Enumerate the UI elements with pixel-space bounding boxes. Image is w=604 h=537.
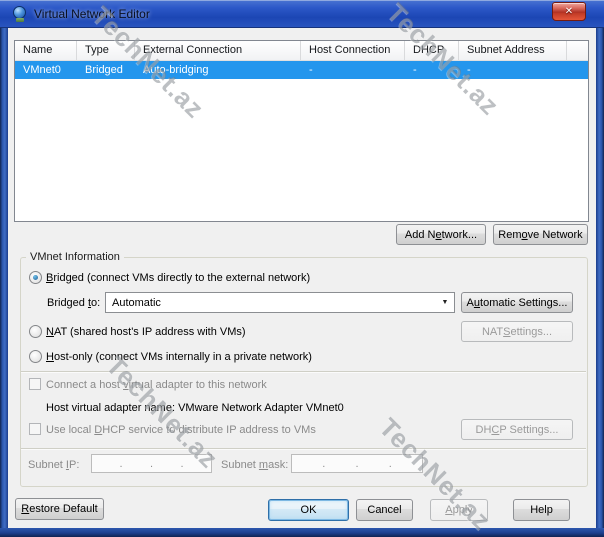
subnet-ip-input: ... [91,454,212,473]
cell-subnet-address: - [467,64,471,76]
use-local-dhcp-checkbox [29,423,41,435]
nat-settings-button: NAT Settings... [461,321,573,342]
cell-dhcp: - [413,64,417,76]
host-only-radio-label[interactable]: Host-only (connect VMs internally in a p… [46,351,312,364]
help-button[interactable]: Help [513,499,570,521]
connect-host-adapter-label: Connect a host virtual adapter to this n… [46,379,267,391]
cancel-button[interactable]: Cancel [356,499,413,521]
column-header-external-connection[interactable]: External Connection [135,41,301,60]
separator [21,371,586,372]
virtual-network-editor-window: Virtual Network Editor ✕ Name Type Exter… [0,0,604,537]
nat-radio-label[interactable]: NAT (shared host's IP address with VMs) [46,326,246,339]
bridged-to-selected-value: Automatic [112,296,161,309]
subnet-mask-label: Subnet mask: [221,459,289,471]
network-globe-icon [13,6,27,22]
automatic-settings-button[interactable]: Au tomatic Settings... [461,292,573,313]
column-header-subnet-address[interactable]: Subnet Address [459,41,567,60]
titlebar[interactable]: Virtual Network Editor ✕ [0,0,604,28]
cell-type: Bridged [85,64,123,76]
remove-network-button[interactable]: Rem o ve Network [493,224,588,245]
close-button[interactable]: ✕ [552,2,586,21]
window-border-right [596,28,604,537]
column-header-host-connection[interactable]: Host Connection [301,41,405,60]
dhcp-settings-button: DH C P Settings... [461,419,573,440]
cell-external-connection: Auto-bridging [143,64,209,76]
table-row-vmnet0[interactable]: VMnet0 Bridged Auto-bridging - - - [15,61,588,79]
nat-radio[interactable] [29,325,42,338]
window-border-bottom [0,528,604,537]
column-header-type[interactable]: Type [77,41,135,60]
bridged-radio[interactable] [29,271,42,284]
restore-default-button[interactable]: Restore Default [15,498,104,520]
cell-host-connection: - [309,64,313,76]
network-table: Name Type External Connection Host Conne… [14,40,589,222]
bridged-radio-label[interactable]: Bridged (connect VMs directly to the ext… [46,272,310,285]
bridged-to-label: Bridged to: [47,297,101,309]
host-adapter-name-text: Host virtual adapter name: VMware Networ… [46,402,344,414]
ok-button[interactable]: OK [268,499,349,521]
column-header-name[interactable]: Name [15,41,77,60]
close-icon: ✕ [564,6,574,17]
apply-button: Apply [430,499,488,521]
connect-host-adapter-checkbox [29,378,41,390]
host-only-radio[interactable] [29,350,42,363]
window-title: Virtual Network Editor [34,7,150,21]
table-header: Name Type External Connection Host Conne… [15,41,588,61]
vmnet-information-legend: VMnet Information [26,251,124,263]
column-header-dhcp[interactable]: DHCP [405,41,459,60]
separator [21,448,586,449]
chevron-down-icon: ▼ [441,299,449,306]
bridged-to-dropdown[interactable]: Automatic ▼ [105,292,455,313]
cell-name: VMnet0 [23,64,61,76]
subnet-mask-input: ... [291,454,423,473]
use-local-dhcp-label: Use local DHCP service to distribute IP … [46,424,316,436]
add-network-button[interactable]: Add Ne twork... [396,224,486,245]
subnet-ip-label: Subnet IP: [28,459,80,471]
window-border-left [0,28,8,537]
column-header-filler [567,41,588,60]
